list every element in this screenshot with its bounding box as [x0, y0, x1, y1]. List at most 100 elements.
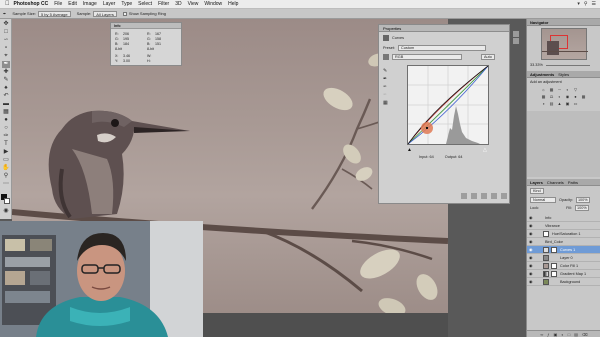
- layer-row[interactable]: ◉ Layer 0: [527, 254, 600, 262]
- tab-styles[interactable]: Styles: [558, 71, 569, 77]
- healing-tool-icon[interactable]: ✚: [2, 69, 10, 76]
- eye-icon[interactable]: ◉: [529, 246, 533, 254]
- layer-row[interactable]: ◉ Color Fill 1: [527, 262, 600, 270]
- gray-point-eyedropper-icon[interactable]: ✒: [383, 83, 391, 91]
- new-layer-icon[interactable]: ▤: [574, 332, 578, 337]
- navigator-thumbnail[interactable]: [541, 28, 588, 60]
- trash-icon[interactable]: [501, 192, 507, 199]
- swatches-icon[interactable]: [513, 38, 519, 44]
- tab-paths[interactable]: Paths: [568, 179, 578, 185]
- blend-mode-select[interactable]: Normal: [530, 197, 556, 203]
- gradient-map-icon[interactable]: ▭: [573, 101, 578, 106]
- eye-icon[interactable]: ◉: [529, 230, 533, 238]
- opacity-input[interactable]: 100%: [575, 197, 590, 203]
- tab-channels[interactable]: Channels: [547, 179, 564, 185]
- layer-kind-select[interactable]: Kind: [530, 188, 544, 194]
- history-brush-tool-icon[interactable]: ↶: [2, 93, 10, 100]
- path-selection-tool-icon[interactable]: ▶: [2, 149, 10, 156]
- marquee-tool-icon[interactable]: □: [2, 29, 10, 36]
- menu-view[interactable]: View: [188, 1, 199, 7]
- sample-option[interactable]: Sample: All Layers: [77, 10, 117, 17]
- white-slider-icon[interactable]: △: [483, 147, 487, 153]
- show-sampling-ring-option[interactable]: Show Sampling Ring: [122, 11, 166, 16]
- visibility-icon[interactable]: [491, 192, 497, 199]
- navigator-zoom-slider[interactable]: [545, 64, 590, 66]
- layer-row[interactable]: ◉ Background: [527, 278, 600, 286]
- black-white-icon[interactable]: ◐: [557, 94, 562, 99]
- eye-icon[interactable]: ◉: [529, 278, 533, 286]
- black-point-eyedropper-icon[interactable]: ✒: [383, 75, 391, 83]
- view-previous-icon[interactable]: [471, 192, 477, 199]
- new-group-icon[interactable]: □: [568, 332, 570, 337]
- menu-help[interactable]: Help: [228, 1, 238, 7]
- exposure-icon[interactable]: ◐: [565, 87, 570, 92]
- clip-to-layer-icon[interactable]: [461, 192, 467, 199]
- blur-tool-icon[interactable]: ●: [2, 117, 10, 124]
- layer-row[interactable]: ◉ Bird_Color: [527, 238, 600, 246]
- eye-icon[interactable]: ◉: [529, 262, 533, 270]
- trash-icon[interactable]: ⌫: [582, 332, 588, 337]
- properties-panel-title[interactable]: Properties: [379, 25, 509, 32]
- clone-stamp-tool-icon[interactable]: ♠: [2, 85, 10, 92]
- menu-select[interactable]: Select: [138, 1, 152, 7]
- menu-image[interactable]: Image: [83, 1, 97, 7]
- threshold-icon[interactable]: ▲: [557, 101, 562, 106]
- eraser-tool-icon[interactable]: ▬: [2, 101, 10, 108]
- menu-app-name[interactable]: Photoshop CC: [14, 1, 49, 7]
- channel-select[interactable]: RGB: [392, 54, 462, 60]
- eye-icon[interactable]: ◉: [529, 238, 533, 246]
- eye-icon[interactable]: ◉: [529, 222, 533, 230]
- wifi-icon[interactable]: ▾: [577, 1, 580, 7]
- color-balance-icon[interactable]: ⚖: [549, 94, 554, 99]
- history-icon[interactable]: [513, 31, 519, 37]
- add-mask-icon[interactable]: ▣: [554, 332, 558, 337]
- brush-tool-icon[interactable]: ✎: [2, 77, 10, 84]
- reset-icon[interactable]: [481, 192, 487, 199]
- sample-size-option[interactable]: Sample Size: 5 by 5 Average: [12, 10, 71, 17]
- levels-icon[interactable]: ▦: [549, 87, 554, 92]
- curves-graph[interactable]: [407, 65, 489, 145]
- tool-preset-picker[interactable]: ✒: [3, 11, 6, 16]
- posterize-icon[interactable]: ▤: [549, 101, 554, 106]
- zoom-tool-icon[interactable]: ⚲: [2, 173, 10, 180]
- layer-row[interactable]: ◉ Vibrance: [527, 222, 600, 230]
- menu-layer[interactable]: Layer: [103, 1, 116, 7]
- more-tools-icon[interactable]: ⋯: [2, 181, 10, 188]
- menu-3d[interactable]: 3D: [175, 1, 181, 7]
- layer-row[interactable]: ◉ Hue/Saturation 1: [527, 230, 600, 238]
- menu-type[interactable]: Type: [121, 1, 132, 7]
- white-point-eyedropper-icon[interactable]: ✒: [383, 91, 391, 99]
- move-tool-icon[interactable]: ✥: [2, 21, 10, 28]
- pencil-curve-icon[interactable]: ✎: [383, 67, 391, 75]
- sample-select[interactable]: All Layers: [93, 10, 117, 17]
- fx-icon[interactable]: ƒ: [547, 332, 549, 337]
- layer-row[interactable]: ◉ Gradient Map 1: [527, 270, 600, 278]
- fill-input[interactable]: 100%: [574, 205, 589, 211]
- info-panel-title[interactable]: Info: [111, 23, 181, 29]
- hand-tool-icon[interactable]: ✋: [2, 165, 10, 172]
- tab-layers[interactable]: Layers: [530, 179, 543, 185]
- channel-mixer-icon[interactable]: ●: [573, 94, 578, 99]
- show-sampling-ring-checkbox[interactable]: [122, 11, 127, 16]
- apple-icon[interactable]: : [5, 1, 10, 7]
- histogram-icon[interactable]: ▦: [383, 99, 391, 107]
- black-slider-icon[interactable]: ▲: [407, 147, 412, 153]
- preset-select[interactable]: Custom: [398, 45, 487, 51]
- curves-icon[interactable]: ∽: [557, 87, 562, 92]
- photo-filter-icon[interactable]: ◉: [565, 94, 570, 99]
- shape-tool-icon[interactable]: ▭: [2, 157, 10, 164]
- eye-icon[interactable]: ◉: [529, 254, 533, 262]
- new-adjustment-icon[interactable]: ◐: [561, 332, 563, 337]
- menu-window[interactable]: Window: [204, 1, 222, 7]
- type-tool-icon[interactable]: T: [2, 141, 10, 148]
- menu-file[interactable]: File: [54, 1, 62, 7]
- selective-color-icon[interactable]: ▣: [565, 101, 570, 106]
- crop-tool-icon[interactable]: ⌖: [2, 53, 10, 60]
- curves-slider[interactable]: ▲ △: [407, 147, 487, 153]
- auto-button[interactable]: Auto: [481, 54, 495, 60]
- pen-tool-icon[interactable]: ✑: [2, 133, 10, 140]
- lasso-tool-icon[interactable]: ∽: [2, 37, 10, 44]
- vibrance-icon[interactable]: ▽: [573, 87, 578, 92]
- eyedropper-tool-icon[interactable]: ✒: [2, 61, 10, 68]
- layer-row[interactable]: ◉ Info: [527, 214, 600, 222]
